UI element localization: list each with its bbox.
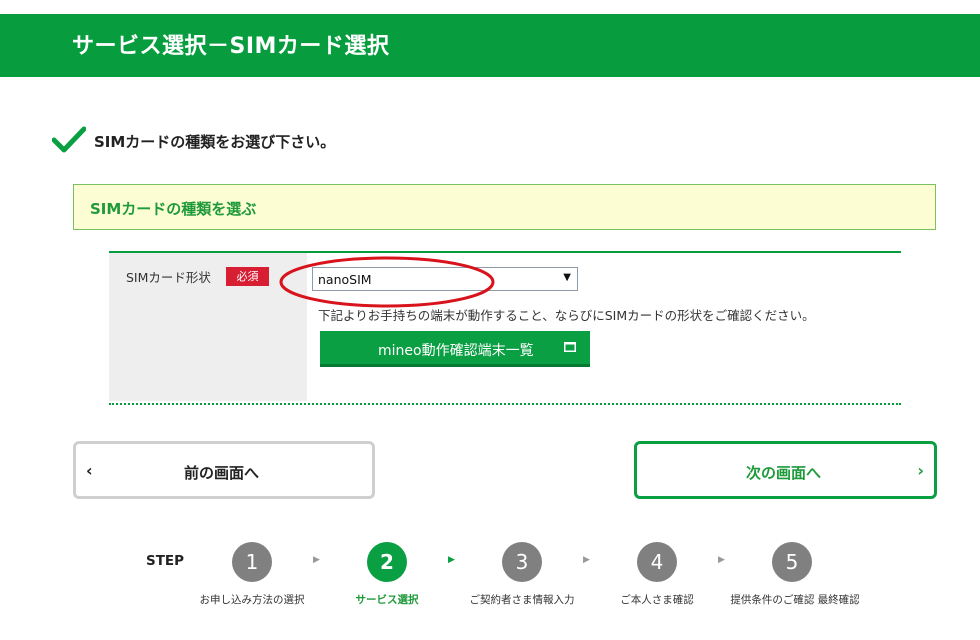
page-title: サービス選択－SIMカード選択 — [72, 34, 390, 59]
step-2-caption: サービス選択 — [355, 594, 419, 606]
step-arrow-icon: ▶ — [583, 555, 590, 565]
check-icon — [52, 126, 86, 153]
top-strip — [0, 0, 980, 14]
step-label: STEP — [146, 553, 185, 569]
chevron-right-icon: › — [917, 461, 924, 480]
select-value: nanoSIM — [318, 272, 372, 287]
step-5-circle: 5 — [772, 542, 812, 582]
instruction-text: SIMカードの種類をお選び下さい。 — [94, 133, 336, 151]
step-3-caption: ご契約者さま情報入力 — [469, 594, 575, 606]
field-label: SIMカード形状 — [126, 270, 211, 285]
section-header: SIMカードの種類を選ぶ — [73, 184, 936, 230]
prev-button[interactable]: ‹ 前の画面へ — [73, 441, 375, 499]
device-list-button[interactable]: mineo動作確認端末一覧 — [320, 331, 590, 367]
step-arrow-icon: ▶ — [313, 555, 320, 565]
next-button[interactable]: 次の画面へ › — [634, 441, 937, 499]
select-arrow-icon: ▼ — [563, 272, 571, 283]
step-4-caption: ご本人さま確認 — [620, 594, 694, 606]
section-title: SIMカードの種類を選ぶ — [90, 200, 257, 218]
step-2-circle: 2 — [367, 542, 407, 582]
label-cell: SIMカード形状 必須 — [109, 253, 307, 401]
prev-label: 前の画面へ — [184, 464, 260, 482]
step-arrow-icon: ▶ — [448, 555, 455, 565]
chevron-left-icon: ‹ — [86, 461, 93, 480]
page-header: サービス選択－SIMカード選択 — [0, 14, 980, 77]
step-4-circle: 4 — [637, 542, 677, 582]
step-1-circle: 1 — [232, 542, 272, 582]
sim-form: SIMカード形状 必須 nanoSIM ▼ 下記よりお手持ちの端末が動作すること… — [109, 251, 901, 405]
step-arrow-icon: ▶ — [718, 555, 725, 565]
next-label: 次の画面へ — [746, 464, 822, 482]
required-badge: 必須 — [226, 267, 269, 286]
device-button-label: mineo動作確認端末一覧 — [378, 343, 534, 359]
step-3-circle: 3 — [502, 542, 542, 582]
sim-type-select[interactable]: nanoSIM ▼ — [312, 267, 578, 291]
step-1-caption: お申し込み方法の選択 — [199, 594, 305, 606]
window-icon — [564, 342, 576, 352]
step-5-caption: 提供条件のご確認 最終確認 — [730, 594, 860, 606]
hint-text: 下記よりお手持ちの端末が動作すること、ならびにSIMカードの形状をご確認ください… — [318, 308, 815, 323]
